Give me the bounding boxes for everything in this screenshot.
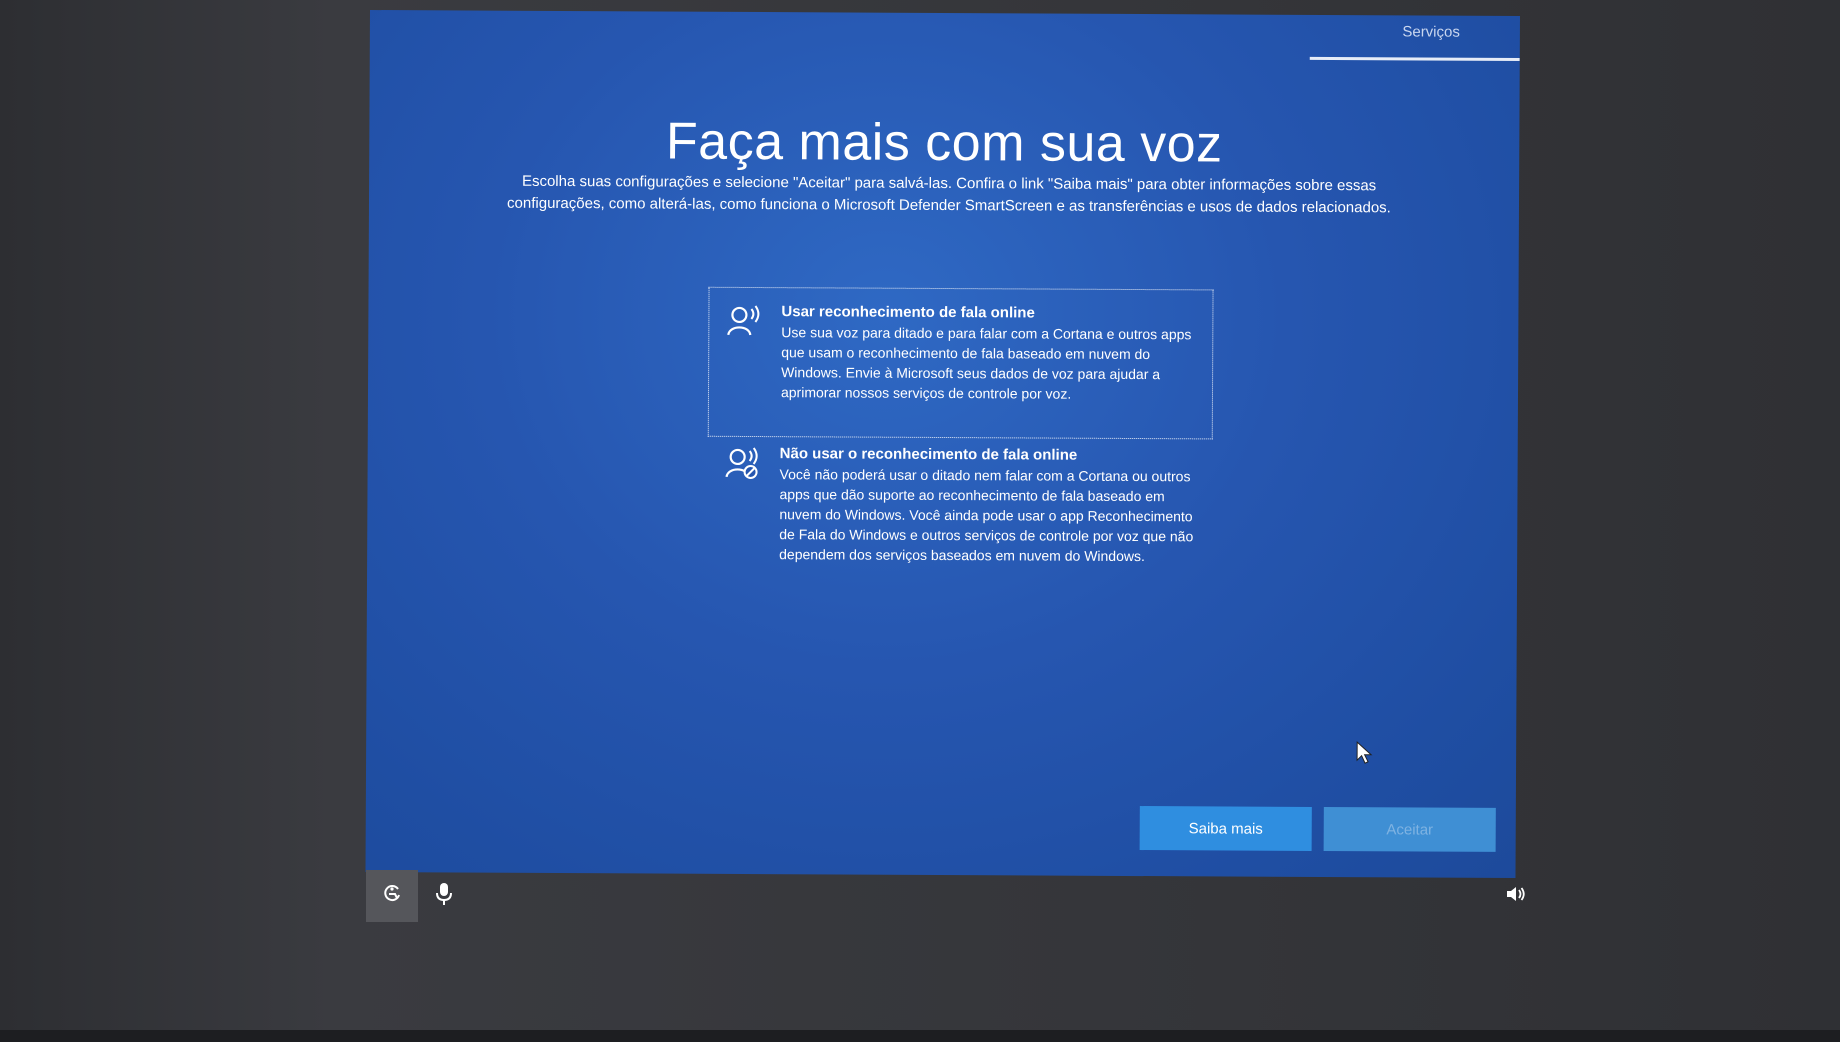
screen: Serviços Faça mais com sua voz Escolha s…: [365, 10, 1529, 879]
option-description: Use sua voz para ditado e para falar com…: [780, 324, 1192, 402]
learn-more-button[interactable]: Saiba mais: [1139, 806, 1312, 851]
page-subtitle: Escolha suas configurações e selecione "…: [507, 172, 1391, 217]
progress-indicator: [1309, 56, 1520, 62]
progress-step-label: Serviços: [1402, 23, 1460, 41]
option-description: Você não poderá usar o ditado nem falar …: [779, 466, 1194, 565]
option-title: Não usar o reconhecimento de fala online: [779, 445, 1078, 464]
monitor-bottom-edge: [0, 1030, 1840, 1042]
volume-button[interactable]: [1496, 870, 1536, 922]
option-dont-use-online-speech[interactable]: Não usar o reconhecimento de fala online…: [707, 440, 1213, 577]
microphone-icon: [435, 882, 453, 911]
oobe-window: Serviços Faça mais com sua voz Escolha s…: [365, 10, 1520, 879]
oobe-taskbar: [366, 870, 1536, 922]
option-use-online-speech[interactable]: Usar reconhecimento de fala online Use s…: [707, 286, 1214, 440]
ease-of-access-icon: [381, 883, 403, 910]
speech-recognition-off-icon: [724, 444, 764, 484]
accept-button[interactable]: Aceitar: [1323, 807, 1496, 852]
mouse-pointer-icon: [1356, 741, 1374, 765]
page-title: Faça mais com sua voz: [665, 112, 1223, 174]
ease-of-access-button[interactable]: [366, 870, 418, 922]
option-title: Usar reconhecimento de fala online: [781, 303, 1035, 322]
speech-recognition-icon: [725, 302, 765, 342]
microphone-button[interactable]: [418, 870, 470, 922]
footer-buttons: Saiba mais Aceitar: [1139, 806, 1496, 852]
volume-icon: [1506, 885, 1526, 908]
